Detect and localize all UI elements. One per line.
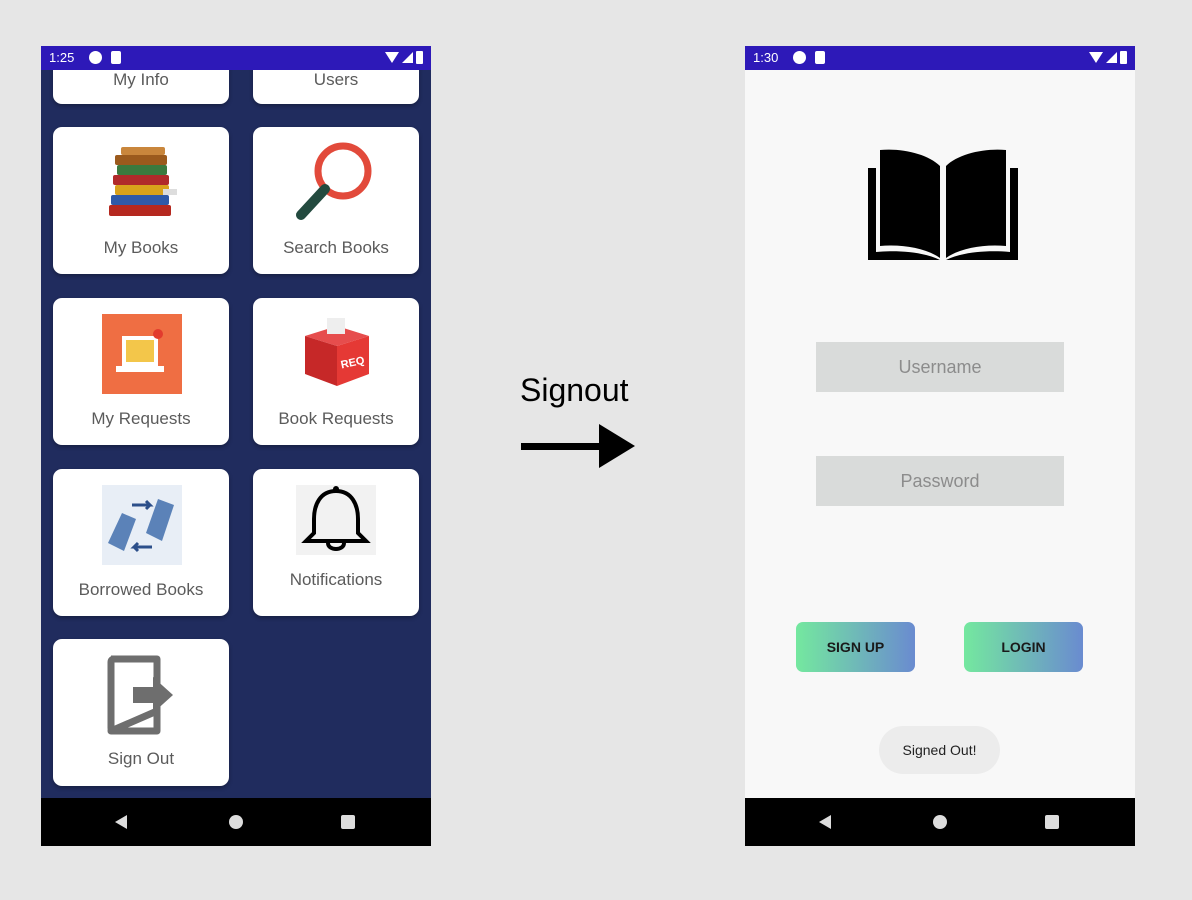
tile-borrowed-books[interactable]: Borrowed Books: [53, 469, 229, 616]
tile-label: My Requests: [91, 409, 191, 428]
bell-icon: [296, 485, 376, 555]
tile-my-books[interactable]: My Books: [53, 127, 229, 274]
status-bar: 1:30: [745, 46, 1135, 70]
transition-caption: Signout: [520, 372, 629, 408]
signed-out-toast: Signed Out!: [879, 726, 1000, 774]
tile-label: Users: [313, 70, 359, 89]
battery-icon: [416, 51, 423, 64]
requests-box-icon: REQ: [305, 318, 369, 386]
password-field[interactable]: Password: [816, 456, 1064, 506]
tile-my-requests[interactable]: My Requests: [53, 298, 229, 445]
sign-up-button[interactable]: SIGN UP: [796, 622, 915, 672]
username-field[interactable]: Username: [816, 342, 1064, 392]
home-icon[interactable]: [933, 815, 947, 829]
tile-sign-out[interactable]: Sign Out: [53, 639, 229, 786]
book-stack-icon: [109, 147, 177, 216]
navigation-bar: [745, 798, 1135, 846]
login-button[interactable]: LOGIN: [964, 622, 1083, 672]
tile-notifications[interactable]: Notifications: [253, 469, 419, 616]
magnifier-icon: [296, 142, 372, 220]
signal-icon: [402, 52, 413, 63]
recents-icon[interactable]: [341, 815, 355, 829]
wifi-icon: [1089, 52, 1103, 63]
laptop-mail-icon: [102, 314, 182, 394]
status-bar: 1:25: [41, 46, 431, 70]
status-time: 1:25: [49, 50, 75, 65]
tile-my-info[interactable]: My Info: [53, 70, 229, 104]
sd-card-icon: [111, 51, 121, 64]
notification-dot-icon: [793, 51, 806, 64]
wifi-icon: [385, 52, 399, 63]
tile-label: Sign Out: [107, 749, 175, 768]
tile-users[interactable]: Users: [253, 70, 419, 104]
sd-card-icon: [815, 51, 825, 64]
dashboard-screen: My Info Users My Books Search Books My R…: [41, 70, 431, 798]
right-arrow-icon: [521, 424, 635, 468]
battery-icon: [1120, 51, 1127, 64]
signal-icon: [1106, 52, 1117, 63]
tile-label: My Books: [103, 238, 179, 257]
sign-out-icon: [107, 655, 173, 735]
tile-label: My Info: [113, 70, 169, 89]
open-book-icon: [868, 149, 1018, 260]
tile-book-requests[interactable]: REQ Book Requests: [253, 298, 419, 445]
back-icon[interactable]: [819, 815, 831, 829]
back-icon[interactable]: [115, 815, 127, 829]
tile-search-books[interactable]: Search Books: [253, 127, 419, 274]
tile-label: Book Requests: [278, 409, 394, 428]
login-screen: Username Password SIGN UP LOGIN Signed O…: [745, 70, 1135, 798]
tile-label: Search Books: [283, 238, 389, 257]
login-phone: 1:30 Username Password SIGN UP LOGIN Sig…: [745, 46, 1135, 846]
dashboard-phone: 1:25 My Info Users My Books Search Books…: [41, 46, 431, 846]
book-exchange-icon: [102, 485, 182, 565]
navigation-bar: [41, 798, 431, 846]
notification-dot-icon: [89, 51, 102, 64]
tile-label: Notifications: [289, 570, 383, 589]
recents-icon[interactable]: [1045, 815, 1059, 829]
tile-label: Borrowed Books: [78, 580, 204, 599]
status-time: 1:30: [753, 50, 779, 65]
home-icon[interactable]: [229, 815, 243, 829]
